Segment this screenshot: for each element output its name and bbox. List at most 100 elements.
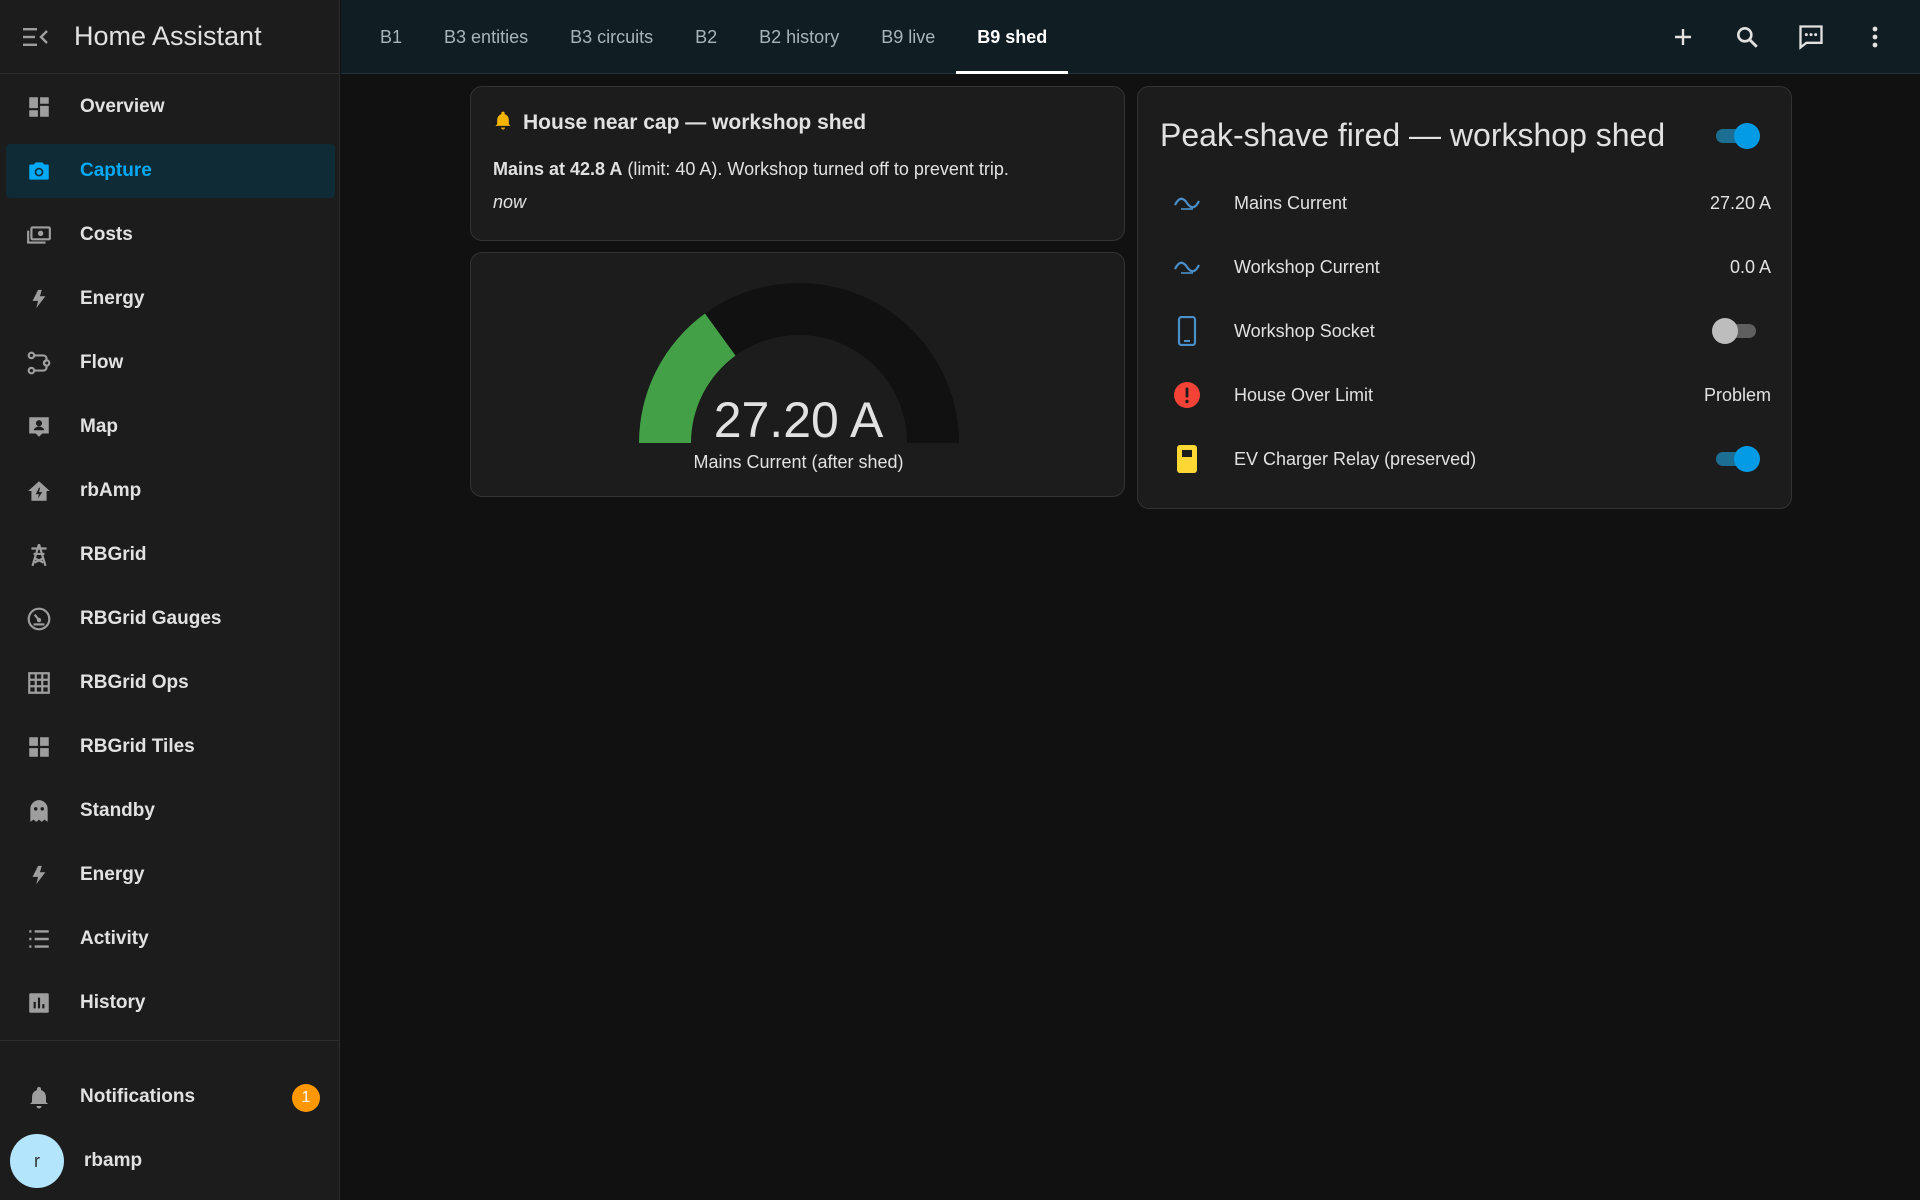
entities-card-title: Peak-shave fired — workshop shed xyxy=(1160,117,1666,153)
sidebar-item-label: RBGrid xyxy=(80,544,147,565)
avatar: r xyxy=(10,1134,64,1188)
entity-name: EV Charger Relay (preserved) xyxy=(1234,448,1477,469)
sidebar-item-costs[interactable]: Costs xyxy=(6,208,335,262)
entity-value: 27.20 A xyxy=(1709,192,1771,213)
transmission-tower-icon xyxy=(24,540,54,570)
dots-vertical-icon[interactable] xyxy=(1858,20,1892,54)
sidebar-item-label: Notifications xyxy=(80,1086,196,1107)
gauge-icon xyxy=(24,604,54,634)
sidebar-divider xyxy=(0,1040,340,1041)
sidebar-item-energy[interactable]: Energy xyxy=(6,272,335,326)
sidebar-item-label: Flow xyxy=(80,352,124,373)
sidebar-item-label: Activity xyxy=(80,928,149,949)
sidebar-item-label: RBGrid Tiles xyxy=(80,736,195,757)
entity-name: Workshop Current xyxy=(1234,256,1380,277)
assist-chat-icon[interactable] xyxy=(1794,20,1828,54)
entity-row-house-over-limit[interactable]: House Over Limit Problem xyxy=(1138,363,1793,427)
sidebar-item-label: Energy xyxy=(80,288,145,309)
sidebar-user[interactable]: r rbamp xyxy=(10,1134,142,1188)
toolbar-actions xyxy=(1636,0,1892,74)
entity-name: Workshop Socket xyxy=(1234,320,1375,341)
notice-body-text: (limit: 40 A). Workshop turned off to pr… xyxy=(622,159,1009,179)
sidebar-item-notifications[interactable]: Notifications 1 xyxy=(6,1070,334,1124)
menu-toggle-icon[interactable] xyxy=(22,23,50,51)
cash-icon xyxy=(24,220,54,250)
user-name: rbamp xyxy=(84,1150,143,1171)
app-title: Home Assistant xyxy=(74,21,262,51)
notice-body-bold: Mains at 42.8 A xyxy=(493,159,623,179)
tab-b2[interactable]: B2 xyxy=(674,0,738,74)
entity-row-ev-charger-relay[interactable]: EV Charger Relay (preserved) xyxy=(1138,427,1793,491)
entity-name: Mains Current xyxy=(1234,192,1348,213)
tab-b9-live[interactable]: B9 live xyxy=(860,0,956,74)
tab-b3-circuits[interactable]: B3 circuits xyxy=(549,0,674,74)
cellphone-icon xyxy=(1172,316,1202,346)
sidebar-item-capture[interactable]: Capture xyxy=(6,144,335,198)
current-ac-icon xyxy=(1172,188,1202,218)
alert-circle-icon xyxy=(1172,380,1202,410)
notice-title: House near cap — workshop shed xyxy=(493,109,1102,137)
sidebar-nav: Overview Capture Costs Energy Flow Map r… xyxy=(0,74,339,1030)
top-app-bar: B1 B3 entities B3 circuits B2 B2 history… xyxy=(341,0,1920,74)
view-dashboard-icon xyxy=(24,92,54,122)
sidebar-item-history[interactable]: History xyxy=(6,976,335,1030)
bell-icon xyxy=(24,1082,54,1112)
sidebar-item-rbgrid-gauges[interactable]: RBGrid Gauges xyxy=(6,592,335,646)
notice-body: Mains at 42.8 A (limit: 40 A). Workshop … xyxy=(493,159,1102,180)
sidebar-item-rbgrid[interactable]: RBGrid xyxy=(6,528,335,582)
account-box-icon xyxy=(24,412,54,442)
entity-value: Problem xyxy=(1703,384,1771,405)
sidebar-item-energy-2[interactable]: Energy xyxy=(6,848,335,902)
tab-b9-shed[interactable]: B9 shed xyxy=(956,0,1069,74)
sidebar-item-label: Map xyxy=(80,416,118,437)
home-lightning-icon xyxy=(24,476,54,506)
notification-card: House near cap — workshop shed Mains at … xyxy=(470,86,1125,241)
ghost-icon xyxy=(24,796,54,826)
sidebar-item-standby[interactable]: Standby xyxy=(6,784,335,838)
plus-icon[interactable] xyxy=(1666,20,1700,54)
sidebar-item-rbgrid-ops[interactable]: RBGrid Ops xyxy=(6,656,335,710)
sidebar-item-label: Energy xyxy=(80,864,145,885)
sidebar-item-activity[interactable]: Activity xyxy=(6,912,335,966)
sidebar-item-flow[interactable]: Flow xyxy=(6,336,335,390)
notice-title-text: House near cap — workshop shed xyxy=(523,111,867,134)
workshop-socket-toggle[interactable] xyxy=(1712,316,1760,346)
gauge-card[interactable]: 27.20 A Mains Current (after shed) xyxy=(470,252,1125,497)
bell-icon xyxy=(493,109,513,137)
tab-b2-history[interactable]: B2 history xyxy=(738,0,860,74)
tab-b1[interactable]: B1 xyxy=(359,0,423,74)
ev-charger-relay-toggle[interactable] xyxy=(1712,444,1760,474)
entity-row-workshop-current[interactable]: Workshop Current 0.0 A xyxy=(1138,235,1793,299)
chart-box-icon xyxy=(24,988,54,1018)
grid-icon xyxy=(24,668,54,698)
sidebar-item-rbamp[interactable]: rbAmp xyxy=(6,464,335,518)
ev-station-icon xyxy=(1172,444,1202,474)
tab-b3-entities[interactable]: B3 entities xyxy=(423,0,549,74)
header-toggle[interactable] xyxy=(1712,121,1760,151)
tiles-icon xyxy=(24,732,54,762)
notice-time: now xyxy=(493,192,527,212)
entity-value: 0.0 A xyxy=(1729,256,1771,277)
entity-name: House Over Limit xyxy=(1234,384,1374,405)
sidebar-header: Home Assistant xyxy=(0,0,339,74)
current-ac-icon xyxy=(1172,252,1202,282)
gauge-label: Mains Current (after shed) xyxy=(693,452,904,472)
sidebar-item-label: History xyxy=(80,992,146,1013)
format-list-icon xyxy=(24,924,54,954)
sidebar-item-label: RBGrid Gauges xyxy=(80,608,222,629)
sidebar-item-label: rbAmp xyxy=(80,480,142,501)
entities-card: Peak-shave fired — workshop shed Mains C… xyxy=(1137,86,1792,509)
sidebar-item-overview[interactable]: Overview xyxy=(6,80,335,134)
entity-row-mains-current[interactable]: Mains Current 27.20 A xyxy=(1138,171,1793,235)
search-icon[interactable] xyxy=(1730,20,1764,54)
sidebar-item-label: Overview xyxy=(80,96,165,117)
sidebar-item-label: RBGrid Ops xyxy=(80,672,189,693)
entity-row-workshop-socket[interactable]: Workshop Socket xyxy=(1138,299,1793,363)
dashboard-tabs: B1 B3 entities B3 circuits B2 B2 history… xyxy=(341,0,1069,74)
sidebar-item-label: Capture xyxy=(80,160,152,181)
lightning-bolt-icon xyxy=(24,860,54,890)
camera-icon xyxy=(24,156,54,186)
lightning-bolt-icon xyxy=(24,284,54,314)
sidebar-item-rbgrid-tiles[interactable]: RBGrid Tiles xyxy=(6,720,335,774)
sidebar-item-map[interactable]: Map xyxy=(6,400,335,454)
